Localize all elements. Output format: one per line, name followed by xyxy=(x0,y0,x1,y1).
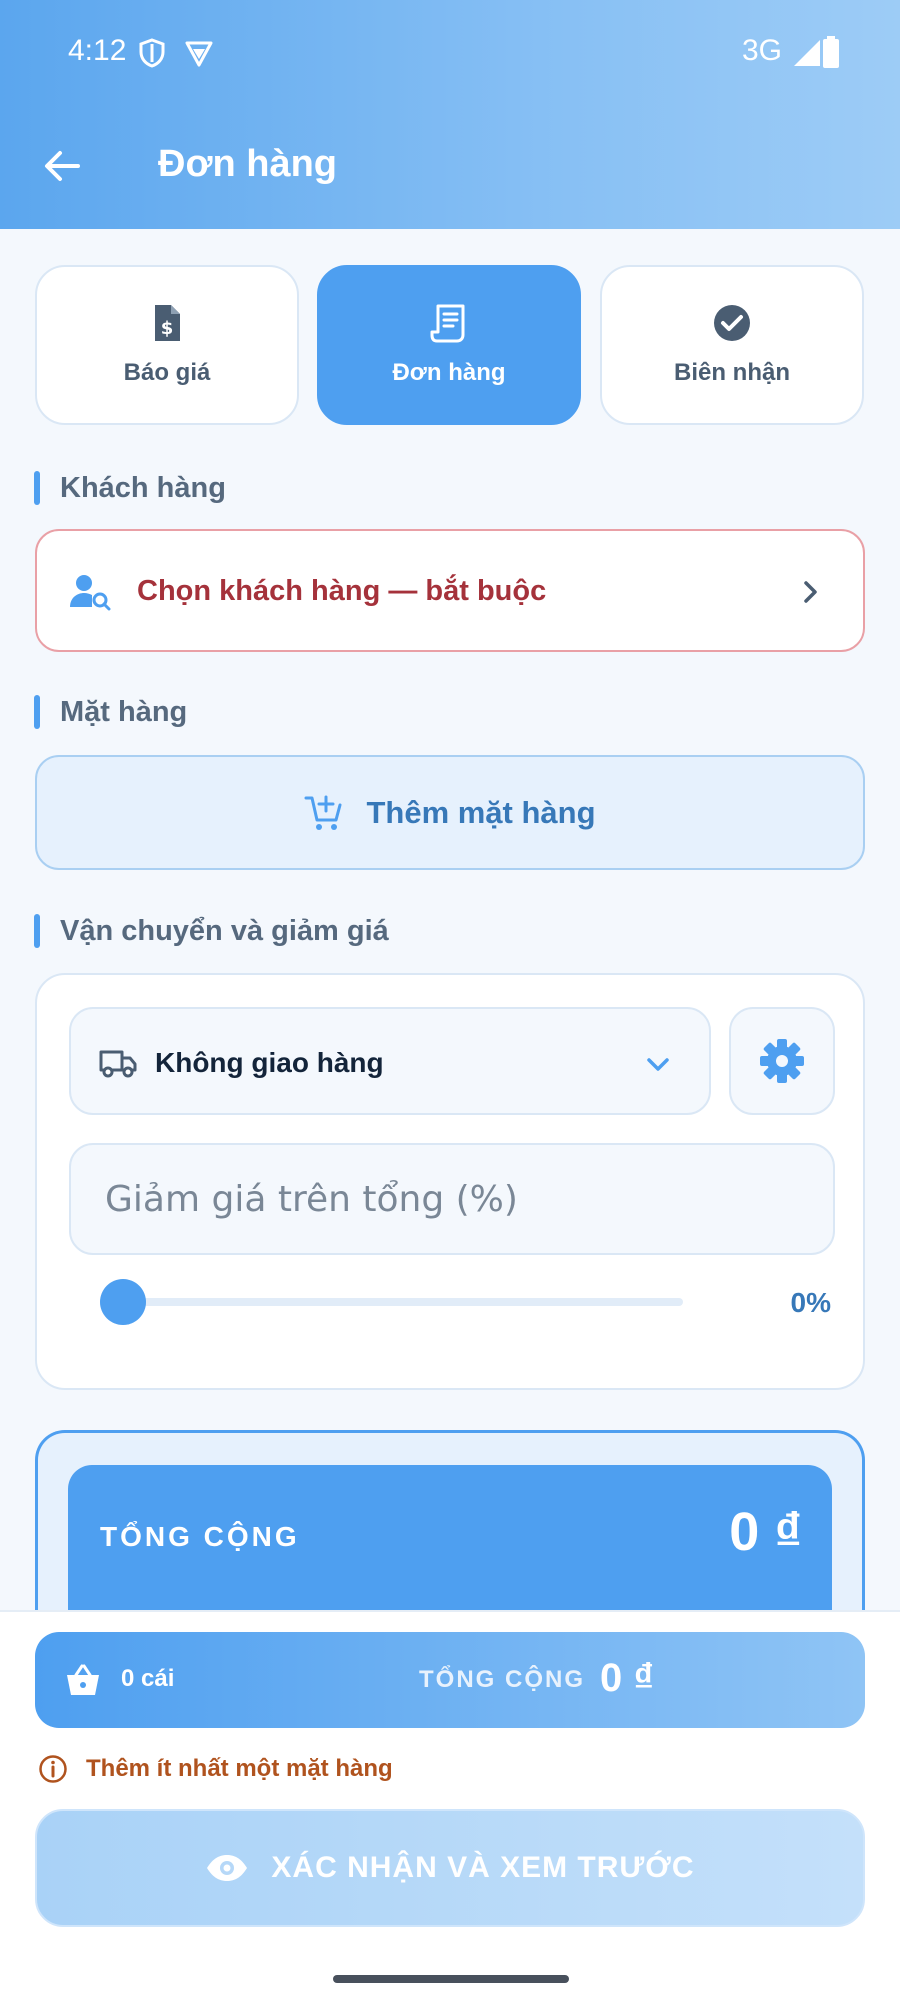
confirm-button-label: XÁC NHẬN VÀ XEM TRƯỚC xyxy=(271,1851,695,1884)
customer-section-header: Khách hàng xyxy=(34,470,226,506)
svg-text:$: $ xyxy=(161,318,174,339)
truck-icon xyxy=(99,1050,137,1078)
chevron-down-icon xyxy=(647,1058,669,1071)
section-accent-bar xyxy=(34,471,40,505)
chevron-right-icon xyxy=(804,581,817,603)
shipping-discount-card: Không giao hàng Giảm giá trên tổng (%) 0… xyxy=(35,973,865,1390)
summary-total-value: 0 ₫ xyxy=(600,1656,654,1700)
shipping-settings-button[interactable] xyxy=(729,1007,835,1115)
page-title: Đơn hàng xyxy=(158,143,337,185)
validation-warning: Thêm ít nhất một mặt hàng xyxy=(38,1754,393,1784)
discount-value: 0% xyxy=(790,1287,831,1318)
signal-icon xyxy=(794,40,820,66)
tab-quote[interactable]: $ Báo giá xyxy=(35,265,299,425)
shipping-section-title: Vận chuyển và giảm giá xyxy=(60,914,389,947)
total-banner: TỔNG CỘNG 0 ₫ xyxy=(68,1465,832,1625)
basket-icon xyxy=(67,1664,99,1695)
summary-total-label: TỔNG CỘNG xyxy=(419,1666,585,1693)
network-label: 3G xyxy=(741,34,782,67)
home-indicator xyxy=(333,1975,569,1983)
discount-input[interactable]: Giảm giá trên tổng (%) xyxy=(69,1143,835,1255)
top-app-bar: 4:12 3G Đơn hàng xyxy=(0,0,900,229)
vpn-icon xyxy=(185,41,213,67)
items-section-title: Mặt hàng xyxy=(60,695,188,728)
tab-order[interactable]: Đơn hàng xyxy=(317,265,581,425)
bottom-panel: 0 cái TỔNG CỘNG 0 ₫ Thêm ít nhất một mặt… xyxy=(0,1610,900,2000)
total-card: TỔNG CỘNG 0 ₫ xyxy=(35,1430,865,1625)
receipt-icon xyxy=(430,304,465,343)
select-customer-button[interactable]: Chọn khách hàng — bắt buộc xyxy=(35,529,865,652)
battery-icon xyxy=(823,36,839,68)
add-item-label: Thêm mặt hàng xyxy=(366,794,596,830)
tab-receipt[interactable]: Biên nhận xyxy=(600,265,864,425)
gear-icon xyxy=(760,1039,804,1083)
shipping-section-header: Vận chuyển và giảm giá xyxy=(34,913,389,949)
slider-track xyxy=(123,1298,683,1306)
section-accent-bar xyxy=(34,914,40,948)
shipping-method-dropdown[interactable]: Không giao hàng xyxy=(69,1007,711,1115)
shipping-method-value: Không giao hàng xyxy=(155,1047,384,1078)
total-label: TỔNG CỘNG xyxy=(100,1521,300,1552)
item-count: 0 cái xyxy=(121,1665,175,1692)
items-section-header: Mặt hàng xyxy=(34,694,187,730)
info-icon xyxy=(39,1755,67,1783)
warning-text: Thêm ít nhất một mặt hàng xyxy=(86,1755,393,1782)
back-arrow-icon[interactable] xyxy=(40,144,84,188)
status-bar: 4:12 3G xyxy=(0,30,900,76)
select-customer-label: Chọn khách hàng — bắt buộc xyxy=(137,575,547,607)
add-item-button[interactable]: Thêm mặt hàng xyxy=(35,755,865,870)
slider-thumb[interactable] xyxy=(100,1279,146,1325)
order-summary-bar: 0 cái TỔNG CỘNG 0 ₫ xyxy=(35,1632,865,1728)
discount-slider[interactable] xyxy=(100,1279,723,1325)
status-time: 4:12 xyxy=(68,34,127,67)
shield-icon xyxy=(139,38,165,68)
tab-order-label: Đơn hàng xyxy=(392,359,506,386)
section-accent-bar xyxy=(34,695,40,729)
total-value: 0 ₫ xyxy=(729,1502,802,1562)
person-search-icon xyxy=(70,575,111,611)
eye-icon xyxy=(207,1855,248,1881)
discount-placeholder: Giảm giá trên tổng (%) xyxy=(105,1178,518,1220)
check-circle-icon xyxy=(714,305,750,341)
tab-quote-label: Báo giá xyxy=(123,359,211,386)
customer-section-title: Khách hàng xyxy=(60,471,226,504)
confirm-preview-button[interactable]: XÁC NHẬN VÀ XEM TRƯỚC xyxy=(35,1809,865,1927)
dollar-document-icon: $ xyxy=(155,305,180,341)
add-to-cart-icon xyxy=(304,795,342,830)
tab-receipt-label: Biên nhận xyxy=(673,359,790,386)
